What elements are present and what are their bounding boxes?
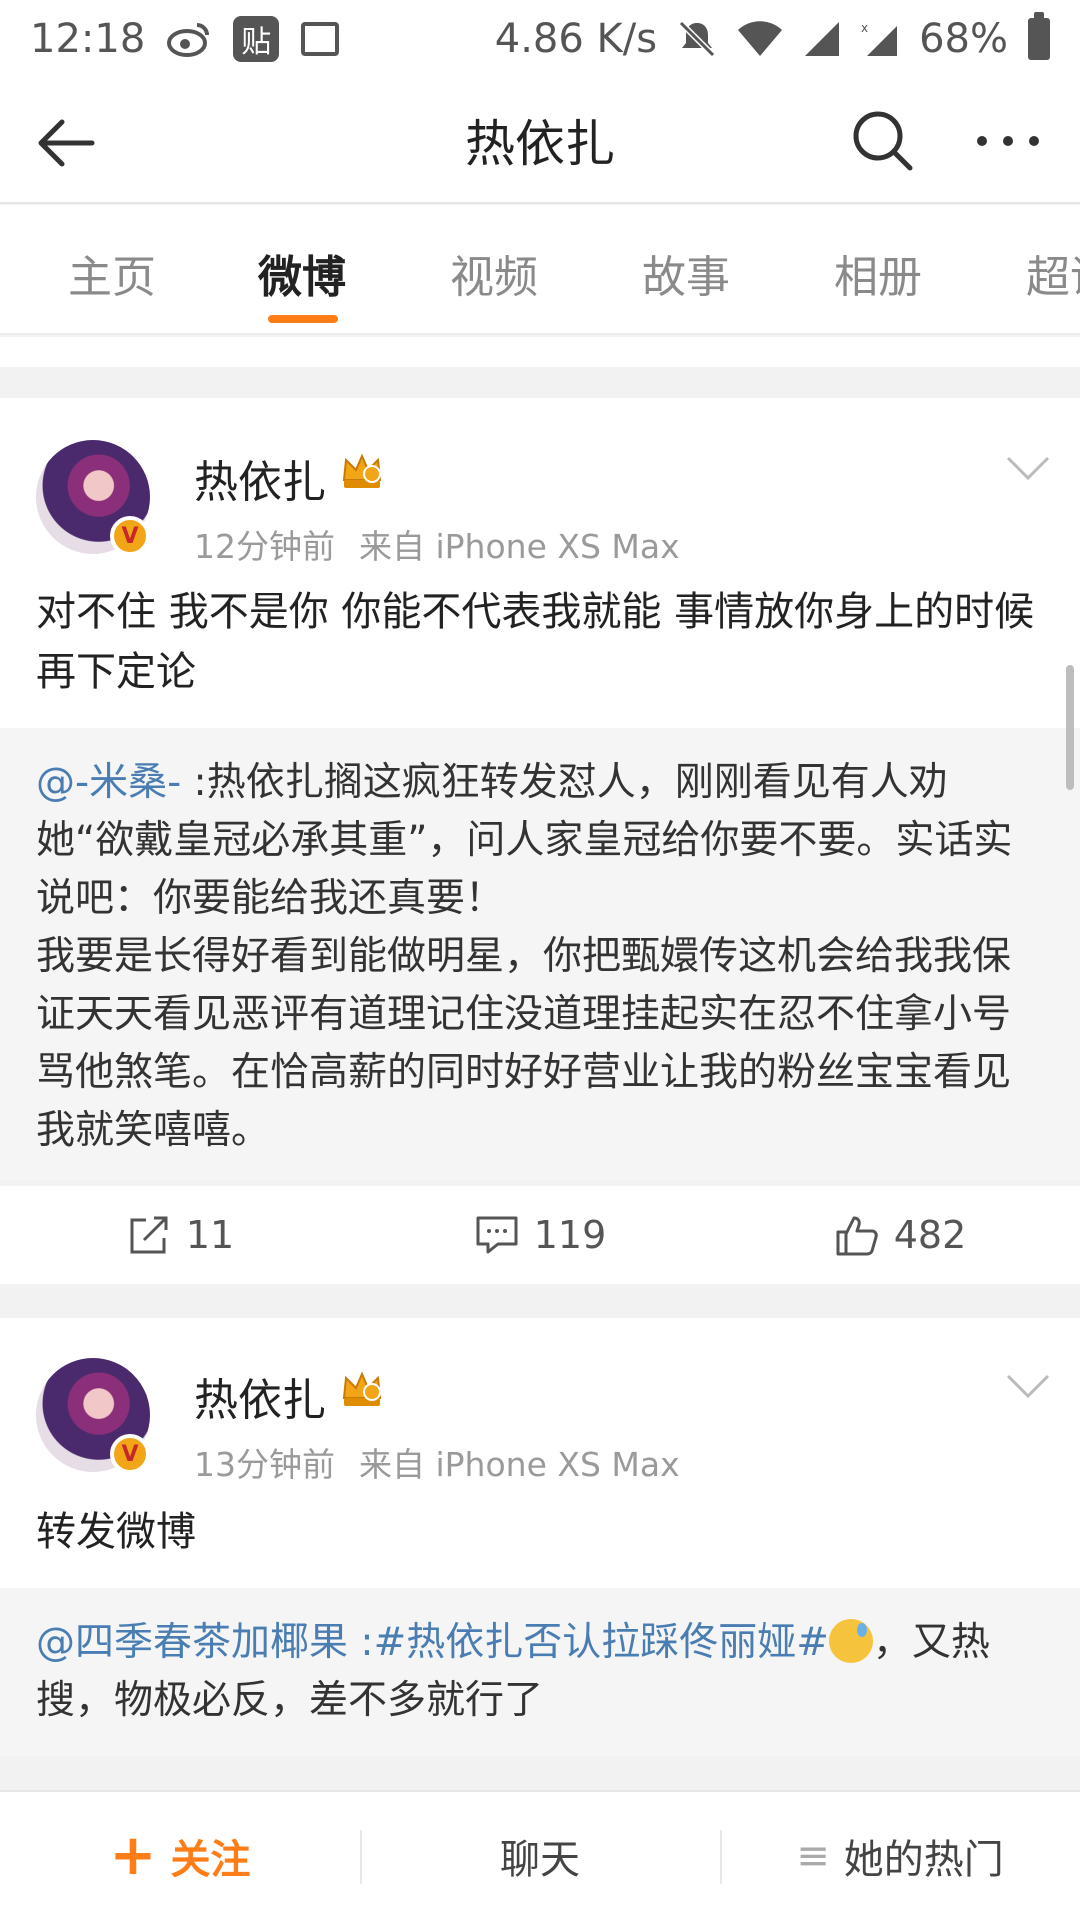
more-options-icon[interactable]: [968, 106, 1048, 176]
post-card[interactable]: V 热依扎 13分钟前 来自 iPhone XS Max 转发微博: [0, 1318, 1080, 1590]
tab-weibo[interactable]: 微博: [258, 241, 346, 305]
crown-icon: [342, 453, 382, 488]
tab-story[interactable]: 故事: [642, 241, 730, 305]
like-count: 482: [893, 1213, 967, 1257]
comment-button[interactable]: 119: [360, 1186, 720, 1284]
mention-link[interactable]: @-米桑-: [36, 760, 181, 805]
active-tab-indicator: [268, 315, 338, 323]
battery-level: 68%: [919, 16, 1008, 62]
author-name[interactable]: 热依扎: [194, 446, 326, 510]
chat-button[interactable]: 聊天: [360, 1792, 720, 1920]
repost-text-continued: 我要是长得好看到能做明星，你把甄嬛传这机会给我我保证天天看见恶评有道理记住没道理…: [36, 934, 1012, 1153]
signal-x-icon: x: [861, 20, 899, 58]
post-meta: 13分钟前 来自 iPhone XS Max: [194, 1438, 704, 1486]
tab-supertopic[interactable]: 超话: [1026, 241, 1080, 305]
hashtag-link[interactable]: #热依扎否认拉踩佟丽娅#: [374, 1620, 829, 1665]
repost-block[interactable]: @-米桑- :热依扎搁这疯狂转发怼人，刚刚看见有人劝她“欲戴皇冠必承其重”，问人…: [0, 728, 1080, 1180]
svg-text:x: x: [861, 21, 868, 35]
post-text: 转发微博: [36, 1509, 196, 1555]
plus-icon: +: [109, 1823, 157, 1888]
post-meta: 12分钟前 来自 iPhone XS Max: [194, 520, 704, 568]
feed-top-spacer: [0, 337, 1080, 367]
mention-colon: :: [348, 1620, 374, 1665]
share-icon: [130, 1216, 168, 1254]
post-source: 来自 iPhone XS Max: [359, 527, 680, 566]
repost-count: 11: [185, 1213, 235, 1257]
back-arrow-icon[interactable]: [32, 108, 102, 178]
comment-icon: [476, 1216, 518, 1254]
tab-home[interactable]: 主页: [68, 241, 156, 305]
mute-icon: [677, 19, 717, 59]
author-name[interactable]: 热依扎: [194, 1364, 326, 1428]
post-card[interactable]: V 热依扎 12分钟前 来自 iPhone XS Max 对不住 我不是你 你能不…: [0, 398, 1080, 730]
signal-icon: [803, 20, 841, 58]
comment-count: 119: [533, 1213, 607, 1257]
bottom-action-bar: + 关注 聊天 ≡ 她的热门: [0, 1790, 1080, 1920]
repost-button[interactable]: 11: [0, 1186, 360, 1284]
nav-bar: 热依扎: [0, 78, 1080, 204]
post-text: 对不住 我不是你 你能不代表我就能 事情放你身上的时候再下定论: [36, 589, 1035, 695]
tab-video[interactable]: 视频: [450, 241, 538, 305]
tab-bar: 主页 微博 视频 故事 相册 超话: [0, 205, 1080, 335]
scrollbar[interactable]: [1066, 665, 1074, 790]
chevron-down-icon[interactable]: [1004, 454, 1052, 482]
chat-label: 聊天: [500, 1837, 580, 1883]
verified-badge-icon: V: [110, 1434, 150, 1474]
post-time: 13分钟前: [194, 1445, 335, 1484]
repost-text: :热依扎搁这疯狂转发怼人，刚刚看见有人劝她“欲戴皇冠必承其重”，问人家皇冠给你要…: [36, 760, 1013, 921]
post-time: 12分钟前: [194, 527, 335, 566]
tab-album[interactable]: 相册: [834, 241, 922, 305]
weibo-icon: [167, 21, 211, 57]
page-title: 热依扎: [465, 115, 615, 173]
verified-badge-icon: V: [110, 516, 150, 556]
follow-button[interactable]: + 关注: [0, 1792, 360, 1920]
battery-icon: [1028, 12, 1050, 60]
like-button[interactable]: 482: [720, 1186, 1080, 1284]
network-speed: 4.86 K/s: [494, 16, 658, 62]
post-action-bar: 11 119 482: [0, 1186, 1080, 1284]
status-bar: 12:18 贴 4.86 K/s x 68%: [0, 0, 1080, 78]
status-time: 12:18: [30, 16, 146, 62]
chevron-down-icon[interactable]: [1004, 1372, 1052, 1400]
mention-link[interactable]: @四季春茶加椰果: [36, 1620, 348, 1665]
her-hot-label: 她的热门: [843, 1837, 1004, 1883]
her-hot-button[interactable]: ≡ 她的热门: [720, 1792, 1080, 1920]
tieba-icon: 贴: [233, 16, 280, 62]
follow-label: 关注: [170, 1837, 251, 1883]
repost-block[interactable]: @四季春茶加椰果 :#热依扎否认拉踩佟丽娅# ，又热搜，物极必反，差不多就行了: [0, 1588, 1080, 1756]
post-source: 来自 iPhone XS Max: [359, 1445, 680, 1484]
thumbs-up-icon: [836, 1216, 878, 1256]
menu-lines-icon: ≡: [796, 1833, 830, 1879]
crown-icon: [342, 1371, 382, 1406]
wifi-icon: [737, 20, 783, 58]
sweat-emoji-icon: [828, 1619, 873, 1663]
search-icon[interactable]: [848, 106, 918, 176]
image-icon: [301, 22, 340, 56]
